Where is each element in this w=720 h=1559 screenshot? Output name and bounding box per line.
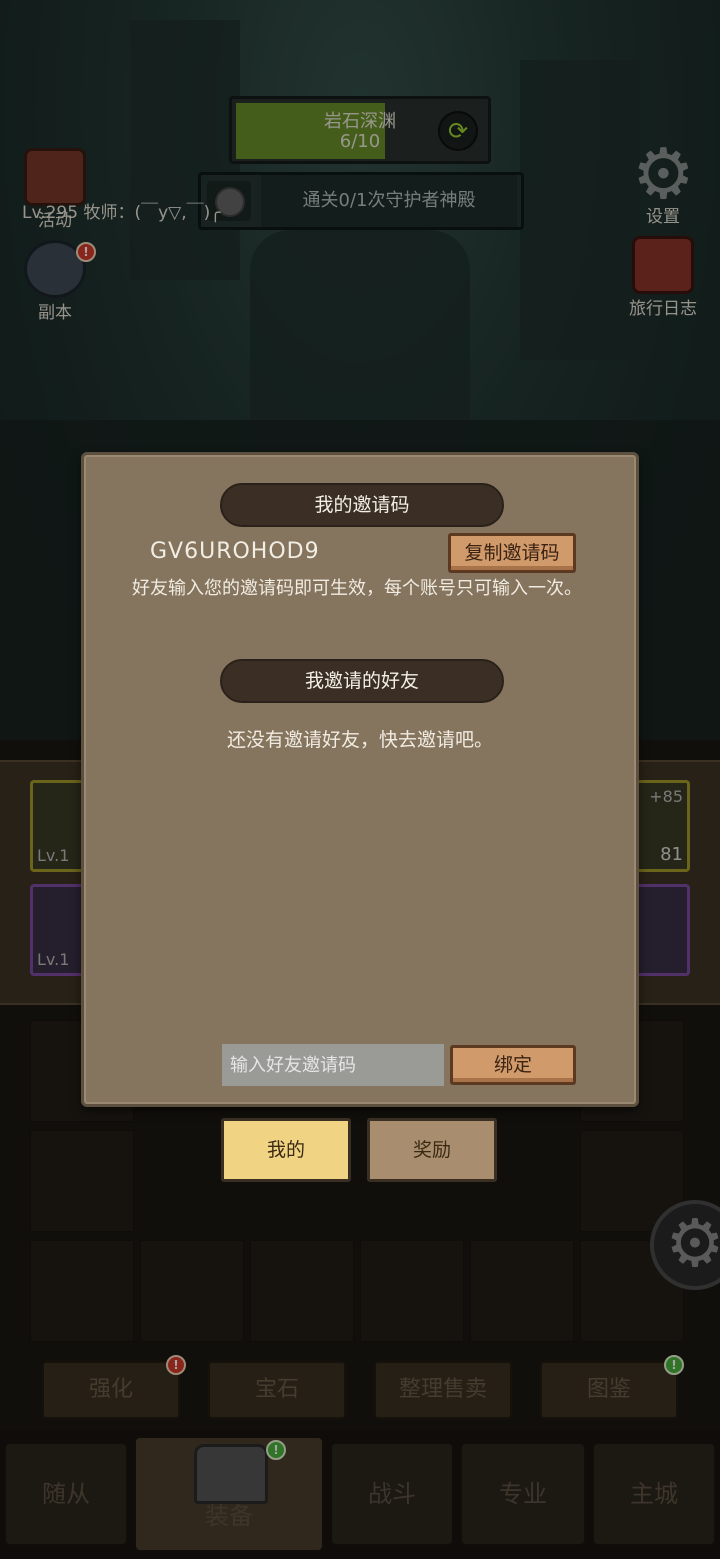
copy-invite-code-button[interactable]: 复制邀请码 [448, 533, 576, 573]
bind-button[interactable]: 绑定 [450, 1045, 576, 1085]
invite-dialog: 我的邀请码 GV6UROHOD9 复制邀请码 好友输入您的邀请码即可生效，每个账… [81, 452, 639, 1107]
invited-friends-title: 我邀请的好友 [220, 659, 504, 703]
friend-invite-code-input[interactable] [222, 1044, 444, 1086]
invite-description: 好友输入您的邀请码即可生效，每个账号只可输入一次。 [132, 578, 582, 599]
tab-mine[interactable]: 我的 [221, 1118, 351, 1182]
my-invite-code-title: 我的邀请码 [220, 483, 504, 527]
invite-code-value: GV6UROHOD9 [150, 539, 320, 564]
no-friends-message: 还没有邀请好友，快去邀请吧。 [226, 729, 493, 751]
tab-rewards[interactable]: 奖励 [367, 1118, 497, 1182]
